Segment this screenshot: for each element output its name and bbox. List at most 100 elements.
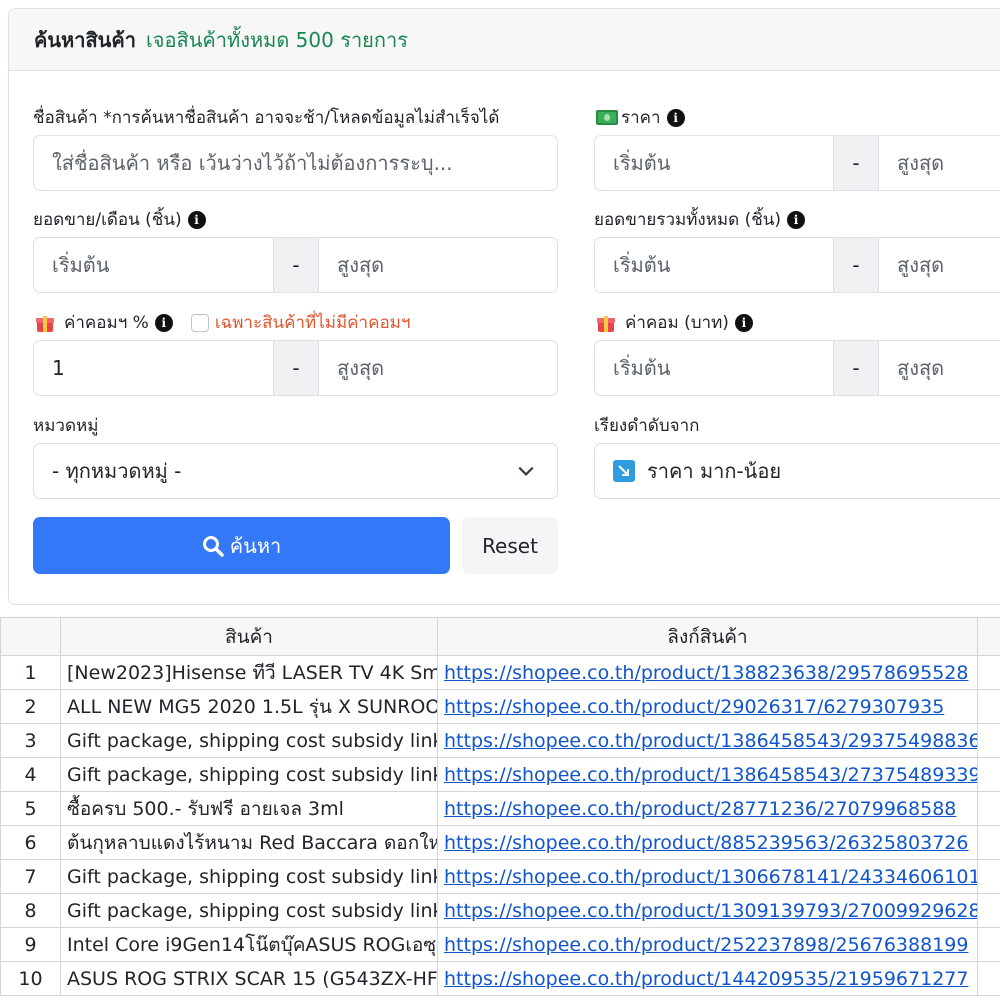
- commission-baht-min-input[interactable]: เริ่มต้น: [595, 341, 833, 395]
- product-link[interactable]: https://shopee.co.th/product/1306678141/…: [444, 866, 977, 888]
- price-range: เริ่มต้น - สูงสุด: [594, 135, 1000, 191]
- product-name-input[interactable]: ใส่ชื่อสินค้า หรือ เว้นว่างไว้ถ้าไม่ต้อง…: [33, 135, 558, 191]
- extra-cell: [977, 927, 1000, 962]
- commission-baht-label-text: ค่าคอม (บาท): [625, 313, 729, 333]
- commission-pct-min-input[interactable]: 1: [34, 341, 273, 395]
- link-cell[interactable]: https://shopee.co.th/product/29026317/62…: [437, 689, 978, 724]
- info-icon[interactable]: i: [154, 313, 173, 332]
- product-cell[interactable]: ซื้อครบ 500.- รับฟรี อายเจล 3ml: [60, 791, 438, 826]
- table-row: 9 Intel Core i9Gen14โน๊ตบุ๊คASUS ROGเอซุส…: [0, 927, 1000, 962]
- row-number: 6: [0, 825, 61, 860]
- info-icon[interactable]: i: [787, 210, 806, 229]
- reset-button[interactable]: Reset: [462, 517, 558, 574]
- product-link[interactable]: https://shopee.co.th/product/138823638/2…: [444, 662, 968, 684]
- link-cell[interactable]: https://shopee.co.th/product/1306678141/…: [437, 859, 978, 894]
- link-cell[interactable]: https://shopee.co.th/product/28771236/27…: [437, 791, 978, 826]
- commission-pct-label-text: ค่าคอมฯ %: [64, 313, 149, 333]
- category-label-text: หมวดหมู่: [33, 416, 99, 436]
- table-row: 2 ALL NEW MG5 2020 1.5L รุ่น X SUNROOF htt…: [0, 689, 1000, 724]
- table-row: 4 Gift package, shipping cost subsidy lin…: [0, 757, 1000, 792]
- price-label: ราคา i: [596, 104, 685, 131]
- sort-label: เรียงดำดับจาก: [594, 412, 699, 439]
- sort-selected-value: ราคา มาก-น้อย: [647, 459, 782, 483]
- row-number: 9: [0, 927, 61, 962]
- sort-select[interactable]: ราคา มาก-น้อย: [594, 443, 1000, 499]
- commission-pct-max-input[interactable]: สูงสุด: [319, 341, 557, 395]
- product-column-header[interactable]: สินค้า: [60, 617, 438, 656]
- no-commission-checkbox-label[interactable]: เฉพาะสินค้าที่ไม่มีค่าคอมฯ: [215, 309, 411, 336]
- product-cell[interactable]: Gift package, shipping cost subsidy link: [60, 859, 438, 894]
- money-icon: [596, 110, 618, 125]
- price-min-input[interactable]: เริ่มต้น: [595, 136, 833, 190]
- table-row: 6 ต้นกุหลาบแดงไร้หนาม Red Baccara ดอกใหญ่…: [0, 825, 1000, 860]
- product-cell[interactable]: ALL NEW MG5 2020 1.5L รุ่น X SUNROOF: [60, 689, 438, 724]
- category-label: หมวดหมู่: [33, 412, 98, 439]
- card-header: ค้นหาสินค้า เจอสินค้าทั้งหมด 500 รายการ: [9, 9, 1000, 71]
- link-cell[interactable]: https://shopee.co.th/product/1386458543/…: [437, 757, 978, 792]
- link-cell[interactable]: https://shopee.co.th/product/252237898/2…: [437, 927, 978, 962]
- product-cell[interactable]: Gift package, shipping cost subsidy link: [60, 893, 438, 928]
- product-link[interactable]: https://shopee.co.th/product/144209535/2…: [444, 968, 968, 990]
- product-link[interactable]: https://shopee.co.th/product/252237898/2…: [444, 934, 968, 956]
- product-cell[interactable]: Intel Core i9Gen14โน๊ตบุ๊คASUS ROGเอซุส: [60, 927, 438, 962]
- product-link[interactable]: https://shopee.co.th/product/1386458543/…: [444, 730, 977, 752]
- product-cell[interactable]: Gift package, shipping cost subsidy link: [60, 757, 438, 792]
- product-link[interactable]: https://shopee.co.th/product/1309139793/…: [444, 900, 977, 922]
- info-icon[interactable]: i: [187, 210, 206, 229]
- commission-baht-max-input[interactable]: สูงสุด: [879, 341, 1000, 395]
- product-link[interactable]: https://shopee.co.th/product/28771236/27…: [444, 798, 956, 820]
- total-sales-min-input[interactable]: เริ่มต้น: [595, 238, 833, 292]
- product-link[interactable]: https://shopee.co.th/product/29026317/62…: [444, 696, 944, 718]
- monthly-sales-label: ยอดขาย/เดือน (ชิ้น) i: [33, 206, 206, 233]
- total-sales-label: ยอดขายรวมทั้งหมด (ชิ้น) i: [594, 206, 806, 233]
- extra-cell: [977, 655, 1000, 690]
- extra-cell: [977, 825, 1000, 860]
- product-cell[interactable]: Gift package, shipping cost subsidy link: [60, 723, 438, 758]
- price-label-text: ราคา: [621, 108, 661, 128]
- no-commission-checkbox[interactable]: [190, 313, 209, 332]
- table-row: 10 ASUS ROG STRIX SCAR 15 (G543ZX-HF0 http…: [0, 961, 1000, 996]
- table-row: 8 Gift package, shipping cost subsidy lin…: [0, 893, 1000, 928]
- monthly-sales-min-input[interactable]: เริ่มต้น: [34, 238, 273, 292]
- product-link[interactable]: https://shopee.co.th/product/885239563/2…: [444, 832, 968, 854]
- product-link[interactable]: https://shopee.co.th/product/1386458543/…: [444, 764, 977, 786]
- link-cell[interactable]: https://shopee.co.th/product/885239563/2…: [437, 825, 978, 860]
- product-cell[interactable]: ASUS ROG STRIX SCAR 15 (G543ZX-HF0: [60, 961, 438, 996]
- extra-cell: [977, 893, 1000, 928]
- info-icon[interactable]: i: [666, 108, 685, 127]
- link-cell[interactable]: https://shopee.co.th/product/144209535/2…: [437, 961, 978, 996]
- row-number: 2: [0, 689, 61, 724]
- commission-pct-label: ค่าคอมฯ % i เฉพาะสินค้าที่ไม่มีค่าคอมฯ: [36, 309, 410, 336]
- row-number: 8: [0, 893, 61, 928]
- link-cell[interactable]: https://shopee.co.th/product/1309139793/…: [437, 893, 978, 928]
- row-number: 5: [0, 791, 61, 826]
- arrow-down-right-icon: [613, 460, 635, 482]
- link-column-header[interactable]: ลิงก์สินค้า: [437, 617, 978, 656]
- product-cell[interactable]: ต้นกุหลาบแดงไร้หนาม Red Baccara ดอกใหญ่: [60, 825, 438, 860]
- range-separator: -: [833, 341, 879, 395]
- monthly-sales-max-input[interactable]: สูงสุด: [319, 238, 557, 292]
- search-icon: [202, 535, 224, 557]
- link-cell[interactable]: https://shopee.co.th/product/138823638/2…: [437, 655, 978, 690]
- product-cell[interactable]: [New2023]Hisense ทีวี LASER TV 4K Smart: [60, 655, 438, 690]
- range-separator: -: [273, 341, 319, 395]
- commission-baht-label: ค่าคอม (บาท) i: [597, 309, 753, 336]
- table-header-row: สินค้า ลิงก์สินค้า: [0, 617, 1000, 656]
- row-number: 3: [0, 723, 61, 758]
- search-button[interactable]: ค้นหา: [33, 517, 450, 574]
- total-sales-max-input[interactable]: สูงสุด: [879, 238, 1000, 292]
- extra-cell: [977, 791, 1000, 826]
- row-number: 7: [0, 859, 61, 894]
- gift-icon: [597, 314, 615, 332]
- sort-label-text: เรียงดำดับจาก: [594, 416, 700, 436]
- table-row: 3 Gift package, shipping cost subsidy lin…: [0, 723, 1000, 758]
- link-cell[interactable]: https://shopee.co.th/product/1386458543/…: [437, 723, 978, 758]
- product-name-label: ชื่อสินค้า *การค้นหาชื่อสินค้า อาจจะช้า/…: [33, 104, 499, 131]
- product-name-label-text: ชื่อสินค้า *การค้นหาชื่อสินค้า อาจจะช้า/…: [33, 108, 500, 128]
- extra-column-header: [977, 617, 1000, 656]
- category-select[interactable]: - ทุกหมวดหมู่ -: [33, 443, 558, 499]
- info-icon[interactable]: i: [734, 313, 753, 332]
- results-table: สินค้า ลิงก์สินค้า 1 [New2023]Hisense ทีว…: [0, 617, 1000, 1000]
- commission-pct-range: 1 - สูงสุด: [33, 340, 558, 396]
- price-max-input[interactable]: สูงสุด: [879, 136, 1000, 190]
